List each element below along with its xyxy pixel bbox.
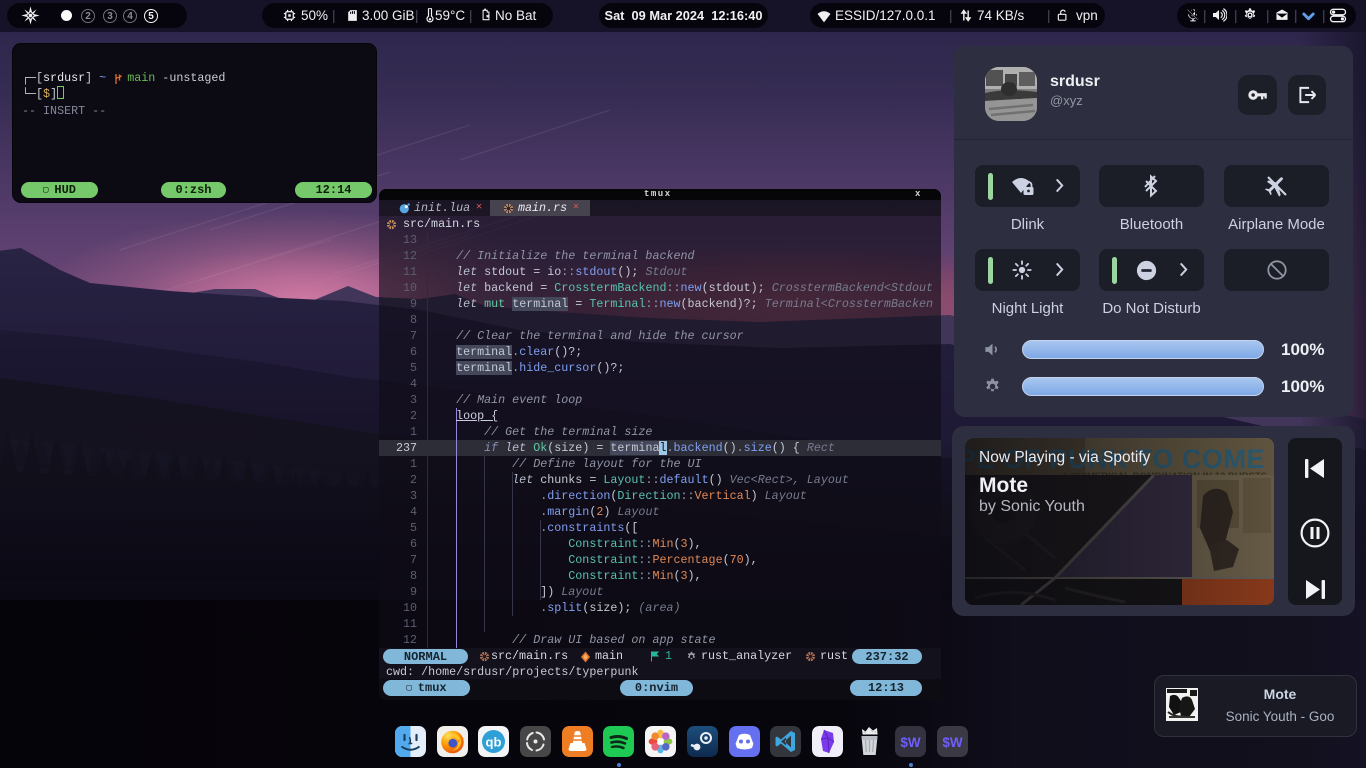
svg-text:$W: $W: [942, 735, 963, 750]
svg-text:qb: qb: [486, 735, 502, 750]
svg-text:$W: $W: [900, 735, 921, 750]
